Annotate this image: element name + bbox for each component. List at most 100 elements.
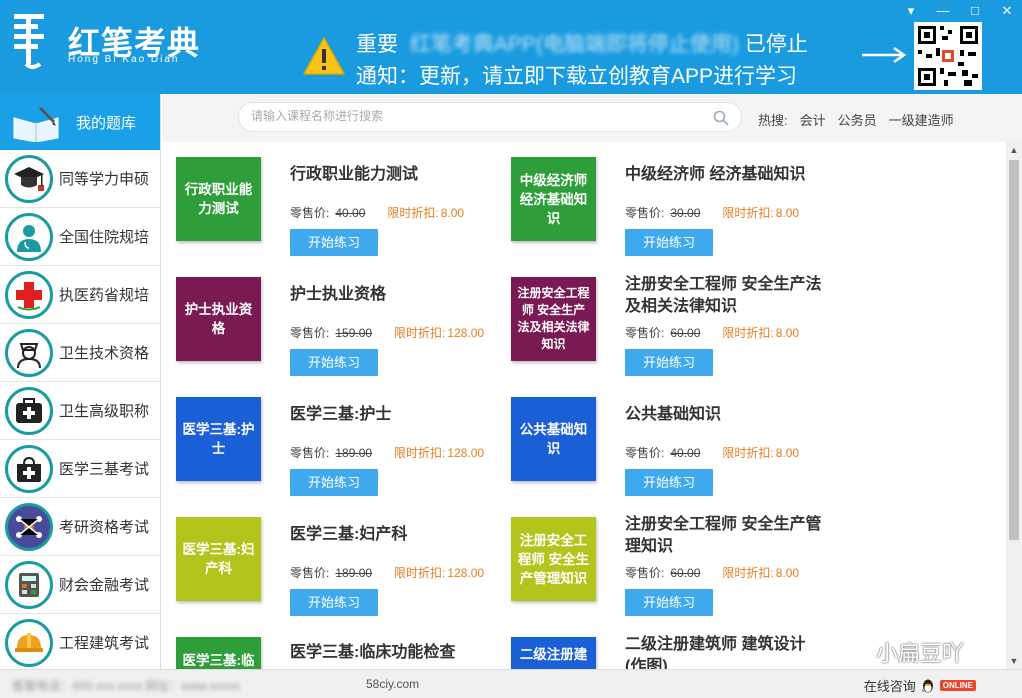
- online-badge: ONLINE: [939, 680, 976, 691]
- online-consult[interactable]: 在线咨询 ONLINE: [864, 676, 976, 695]
- sidebar-item-pharmacy-training[interactable]: 执医药省规培: [0, 266, 160, 324]
- course-title: 医学三基:临床功能检查: [290, 644, 456, 661]
- doctor-icon: [5, 212, 53, 261]
- course-title: 中级经济师 经济基础知识: [625, 166, 806, 183]
- sidebar-top-label: 我的题库: [76, 115, 137, 132]
- medical-kit-icon: [5, 386, 53, 435]
- sidebar-item-label: 全国住院规培: [59, 229, 150, 246]
- notice-suffix: 已停止: [744, 33, 808, 56]
- first-aid-bag-icon: [5, 444, 53, 493]
- course-title: 护士执业资格: [290, 286, 387, 303]
- discount-value: 8.00: [775, 206, 800, 220]
- start-practice-button[interactable]: 开始练习: [625, 589, 713, 616]
- price-label: 零售价:: [625, 446, 665, 460]
- hot-search-label: 热搜:: [758, 113, 788, 128]
- menu-dropdown-icon[interactable]: ▾: [904, 4, 918, 18]
- course-card: 医学三基:临 医学三基:临床功能检查: [162, 622, 492, 669]
- start-practice-button[interactable]: 开始练习: [290, 349, 378, 376]
- discount-label: 限时折扣:: [722, 566, 774, 580]
- price-value: 189.00: [335, 446, 373, 460]
- price-label: 零售价:: [290, 566, 330, 580]
- sidebar-item-health-tech[interactable]: 卫生技术资格: [0, 324, 160, 382]
- app-header: 红笔考典 Hong Bi Kao Dian 重要 红笔考典APP(电脑端即将停止…: [0, 0, 1022, 94]
- footer-url[interactable]: 58ciy.com: [366, 677, 419, 691]
- start-practice-button[interactable]: 开始练习: [625, 229, 713, 256]
- course-card: 护士执业资格 护士执业资格 零售价: 159.00 限时折扣: 128.00 开始练习: [162, 262, 492, 376]
- minimize-button[interactable]: —: [936, 4, 950, 18]
- sidebar-item-label: 财会金融考试: [59, 577, 150, 594]
- graduation-cap-icon: [5, 154, 53, 203]
- start-practice-button[interactable]: 开始练习: [625, 469, 713, 496]
- hot-keyword-civil-servant[interactable]: 公务员: [838, 110, 877, 129]
- course-title: 二级注册建筑师 建筑设计(作图): [625, 636, 806, 669]
- sidebar-item-equivalent-degree[interactable]: 同等学力申硕: [0, 150, 160, 208]
- vertical-scrollbar[interactable]: ▲ ▼: [1006, 142, 1022, 669]
- hot-search: 热搜: 会计 公务员 一级建造师: [758, 110, 954, 129]
- footer-blurred-info: 客服电话：400-xxx-xxxx 网址：www.xxxxx: [12, 679, 241, 693]
- scroll-thumb[interactable]: [1009, 160, 1019, 540]
- course-card: 中级经济师经济基础知识 中级经济师 经济基础知识 零售价: 30.00 限时折扣: 8…: [497, 142, 827, 256]
- discount-label: 限时折扣:: [394, 446, 446, 460]
- notice-blurred-text: 红笔考典APP(电脑端即将停止使用): [409, 33, 739, 56]
- price-value: 40.00: [670, 446, 701, 460]
- course-cover[interactable]: 注册安全工程师 安全生产法及相关法律知识: [511, 277, 596, 361]
- sidebar-item-label: 医学三基考试: [59, 461, 150, 478]
- start-practice-button[interactable]: 开始练习: [290, 589, 378, 616]
- sidebar-item-engineering-exam[interactable]: 工程建筑考试: [0, 614, 160, 669]
- nurse-icon: [5, 328, 53, 377]
- course-card: 行政职业能力测试 行政职业能力测试 零售价: 40.00 限时折扣: 8.00 开始练…: [162, 142, 492, 256]
- price-row: 零售价: 159.00 限时折扣: 128.00: [290, 324, 484, 341]
- sidebar-item-residency-training[interactable]: 全国住院规培: [0, 208, 160, 266]
- calculator-icon: [5, 560, 53, 609]
- course-card: 注册安全工程师 安全生产法及相关法律知识 注册安全工程师 安全生产法及相关法律知…: [497, 262, 827, 376]
- logo-subtitle: Hong Bi Kao Dian: [68, 54, 180, 65]
- notice-prefix: 重要: [356, 33, 398, 56]
- course-card: 注册安全工程师 安全生产管理知识 注册安全工程师 安全生产管理知识 零售价: 60…: [497, 502, 827, 616]
- course-cover[interactable]: 注册安全工程师 安全生产管理知识: [511, 517, 596, 601]
- course-cover[interactable]: 行政职业能力测试: [176, 157, 261, 241]
- watermark-text: 小扁豆吖: [876, 641, 965, 666]
- price-label: 零售价:: [625, 326, 665, 340]
- course-cover[interactable]: 医学三基:临: [176, 637, 261, 669]
- price-value: 60.00: [670, 326, 701, 340]
- hot-keyword-constructor[interactable]: 一级建造师: [889, 110, 954, 129]
- price-label: 零售价:: [625, 566, 665, 580]
- start-practice-button[interactable]: 开始练习: [290, 469, 378, 496]
- course-title: 医学三基:妇产科: [290, 526, 408, 543]
- course-cover[interactable]: 医学三基:妇产科: [176, 517, 261, 601]
- course-title: 公共基础知识: [625, 406, 722, 423]
- price-label: 零售价:: [290, 446, 330, 460]
- course-cover[interactable]: 护士执业资格: [176, 277, 261, 361]
- scroll-down-arrow-icon[interactable]: ▼: [1006, 653, 1022, 669]
- sidebar-item-postgrad-exam[interactable]: 考研资格考试: [0, 498, 160, 556]
- sidebar: 我的题库 同等学力申硕 全国住院规培 执医药省规培 卫生技术资格 卫生高级职称: [0, 94, 161, 669]
- hot-keyword-accounting[interactable]: 会计: [800, 110, 826, 129]
- discount-label: 限时折扣:: [722, 446, 774, 460]
- notice-line-2: 通知：更新，请立即下载立创教育APP进行学习: [356, 65, 798, 88]
- course-cover[interactable]: 二级注册建: [511, 637, 596, 669]
- sidebar-item-medical-basics[interactable]: 医学三基考试: [0, 440, 160, 498]
- logo-mark-icon: [14, 14, 44, 69]
- price-row: 零售价: 189.00 限时折扣: 128.00: [290, 444, 484, 461]
- course-title: 医学三基:护士: [290, 406, 392, 423]
- course-cover[interactable]: 医学三基:护士: [176, 397, 261, 481]
- course-cover[interactable]: 公共基础知识: [511, 397, 596, 481]
- course-cover[interactable]: 中级经济师经济基础知识: [511, 157, 596, 241]
- course-title: 注册安全工程师 安全生产法及相关法律知识: [625, 276, 822, 315]
- start-practice-button[interactable]: 开始练习: [290, 229, 378, 256]
- close-button[interactable]: ✕: [1000, 4, 1014, 18]
- discount-value: 128.00: [447, 446, 485, 460]
- sidebar-item-my-question-bank[interactable]: 我的题库: [0, 94, 160, 150]
- maximize-button[interactable]: □: [968, 4, 982, 18]
- open-book-icon: [13, 106, 59, 142]
- start-practice-button[interactable]: 开始练习: [625, 349, 713, 376]
- search-icon[interactable]: [713, 110, 729, 126]
- price-label: 零售价:: [625, 206, 665, 220]
- sidebar-item-senior-title[interactable]: 卫生高级职称: [0, 382, 160, 440]
- search-input[interactable]: [251, 109, 691, 123]
- sidebar-item-finance-exam[interactable]: 财会金融考试: [0, 556, 160, 614]
- qq-penguin-icon: [921, 679, 933, 692]
- scroll-up-arrow-icon[interactable]: ▲: [1006, 142, 1022, 158]
- price-value: 30.00: [670, 206, 701, 220]
- price-row: 零售价: 40.00 限时折扣: 8.00: [625, 444, 799, 461]
